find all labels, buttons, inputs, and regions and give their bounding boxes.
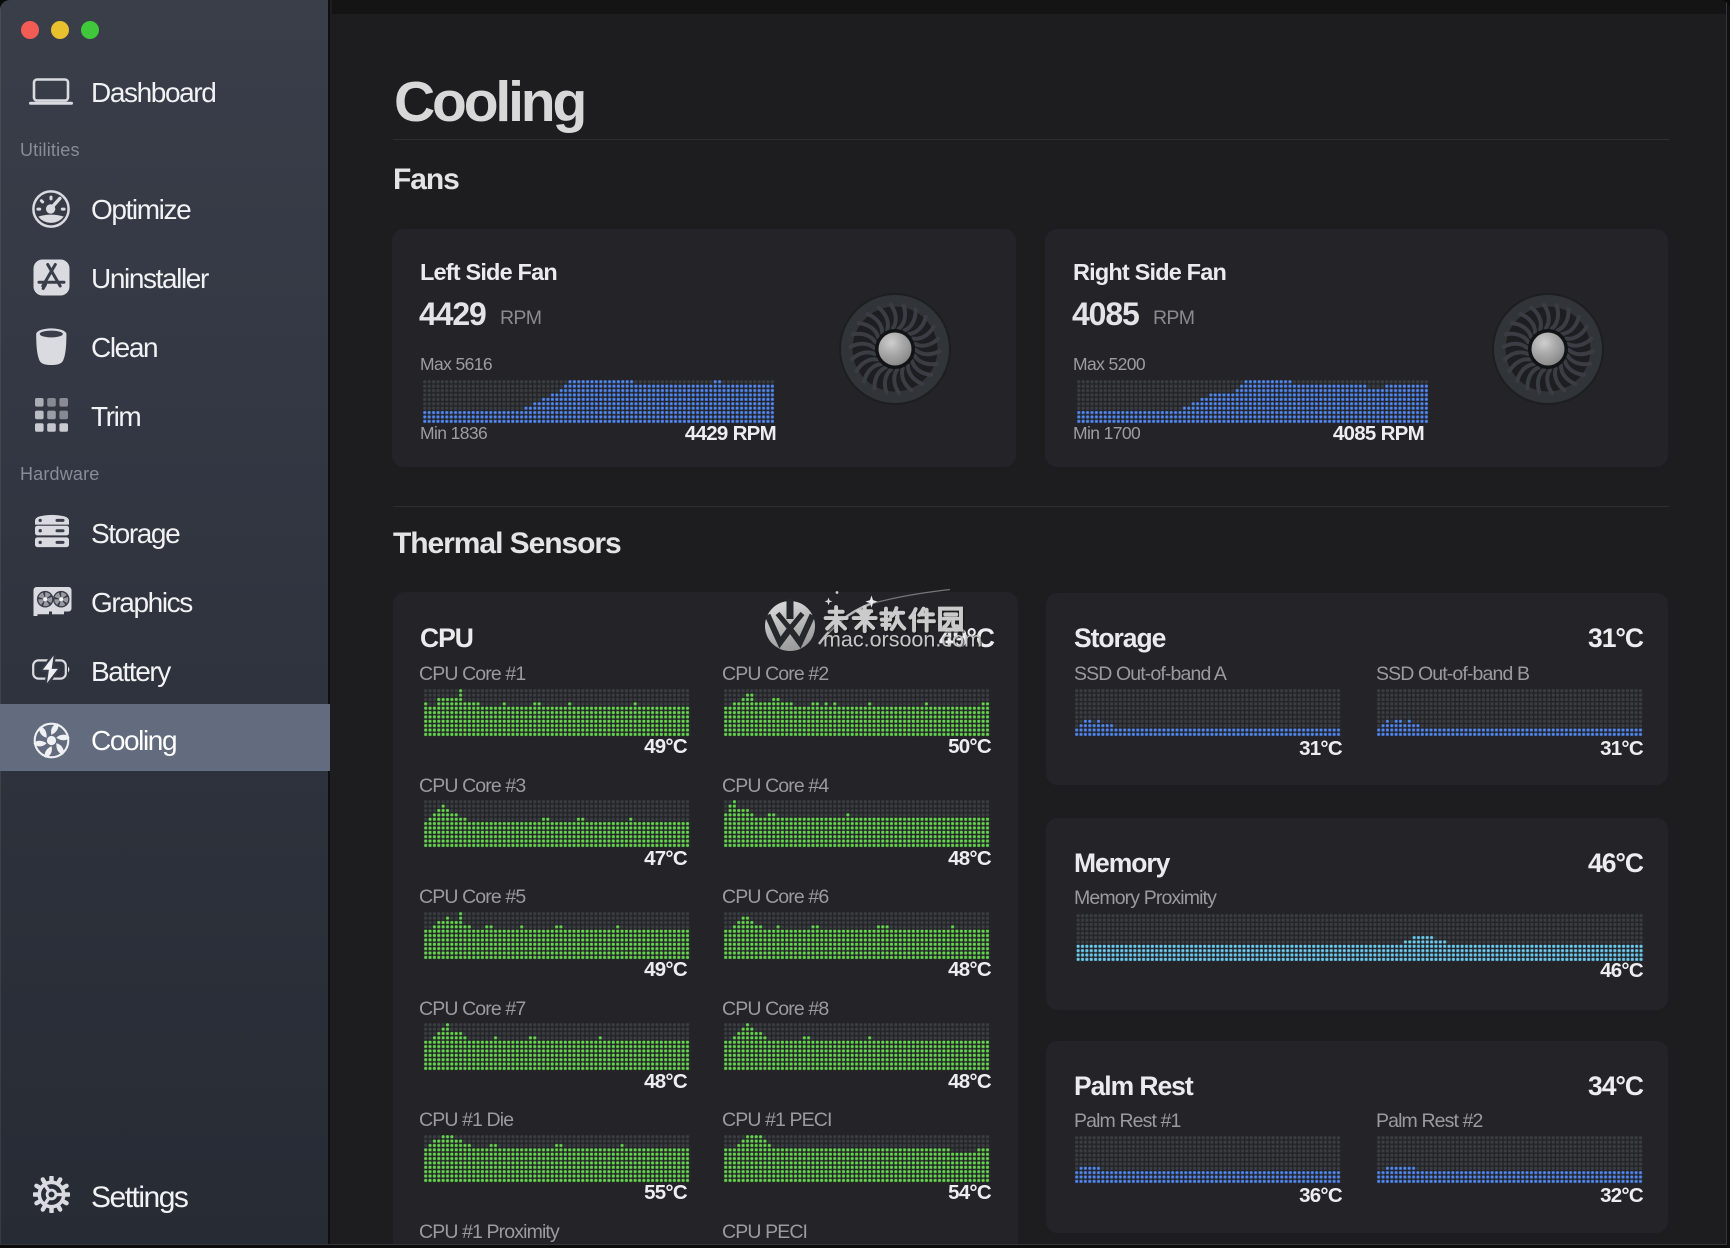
svg-text:mac.orsoon.com: mac.orsoon.com bbox=[823, 628, 982, 652]
